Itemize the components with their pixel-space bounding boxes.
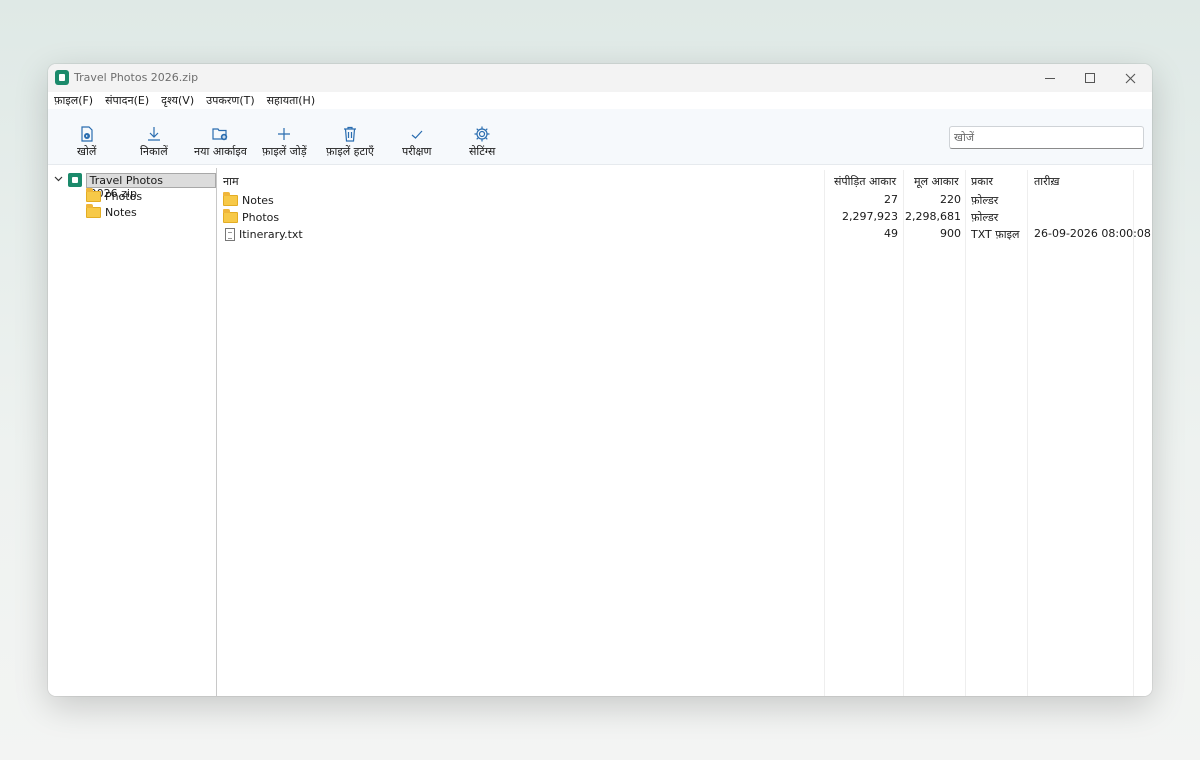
file-name: Itinerary.txt bbox=[239, 228, 303, 241]
file-type: फ़ोल्डर bbox=[971, 194, 999, 207]
name-cell: Photos bbox=[223, 209, 280, 224]
tree-item-label: Notes bbox=[105, 205, 137, 219]
new-folder-icon bbox=[212, 128, 228, 141]
download-icon bbox=[147, 127, 160, 141]
test-label: परीक्षण bbox=[402, 145, 432, 158]
name-cell: Notes bbox=[223, 192, 274, 207]
extract-label: निकालें bbox=[140, 145, 168, 158]
open-label: खोलें bbox=[77, 145, 97, 158]
remove-files-button[interactable]: फ़ाइलें हटाएँ bbox=[326, 125, 374, 159]
list-header: नाम संपीड़ित आकार मूल आकार प्रकार तारीख़ bbox=[217, 170, 1152, 192]
open-button[interactable]: खोलें bbox=[77, 125, 96, 159]
column-divider[interactable] bbox=[1133, 170, 1134, 696]
minimize-button[interactable] bbox=[1030, 64, 1070, 92]
tree-root-label: Travel Photos 2026.zip bbox=[85, 172, 216, 200]
original-size: 900 bbox=[940, 227, 961, 240]
add-files-label: फ़ाइलें जोड़ें bbox=[262, 145, 307, 158]
new-archive-button[interactable]: नया आर्काइव bbox=[194, 125, 247, 159]
folder-icon bbox=[223, 209, 238, 223]
column-divider[interactable] bbox=[965, 170, 966, 696]
remove-files-label: फ़ाइलें हटाएँ bbox=[326, 145, 375, 158]
column-header-name[interactable]: नाम bbox=[223, 174, 239, 189]
title-bar[interactable]: Travel Photos 2026.zip bbox=[48, 64, 1152, 92]
text-file-icon bbox=[225, 228, 235, 241]
settings-button[interactable]: सेटिंग्स bbox=[469, 125, 495, 159]
table-row[interactable]: Photos 2,297,923 2,298,681 फ़ोल्डर bbox=[217, 209, 1152, 226]
search-input[interactable] bbox=[949, 126, 1144, 149]
menu-file[interactable]: फ़ाइल(F) bbox=[54, 93, 93, 108]
toolbar: खोलें निकालें नया आर्काइव फ़ाइलें जोड़ें bbox=[48, 109, 1152, 165]
chevron-down-icon[interactable] bbox=[54, 174, 64, 186]
column-header-original[interactable]: मूल आकार bbox=[914, 174, 959, 189]
tree-item-notes[interactable]: Notes bbox=[86, 203, 137, 220]
name-cell: Itinerary.txt bbox=[223, 228, 303, 241]
original-size: 220 bbox=[940, 193, 961, 206]
column-header-date[interactable]: तारीख़ bbox=[1034, 174, 1059, 189]
add-files-button[interactable]: फ़ाइलें जोड़ें bbox=[262, 125, 307, 159]
menu-edit[interactable]: संपादन(E) bbox=[105, 93, 149, 108]
plus-icon bbox=[278, 128, 291, 140]
trash-icon bbox=[344, 126, 356, 142]
compressed-size: 27 bbox=[884, 193, 898, 206]
test-button[interactable]: परीक्षण bbox=[402, 125, 431, 159]
menu-bar: फ़ाइल(F) संपादन(E) दृश्य(V) उपकरण(T) सहा… bbox=[48, 92, 1152, 109]
file-type: फ़ोल्डर bbox=[971, 211, 999, 224]
window-title: Travel Photos 2026.zip bbox=[74, 71, 199, 84]
menu-help[interactable]: सहायता(H) bbox=[267, 93, 315, 108]
archive-app-icon bbox=[55, 70, 69, 85]
file-type: TXT फ़ाइल bbox=[971, 228, 1020, 241]
compressed-size: 49 bbox=[884, 227, 898, 240]
column-header-type[interactable]: प्रकार bbox=[971, 174, 993, 189]
close-button[interactable] bbox=[1110, 64, 1150, 92]
table-row[interactable]: Itinerary.txt 49 900 TXT फ़ाइल 26-09-202… bbox=[217, 226, 1152, 243]
compressed-size: 2,297,923 bbox=[842, 210, 898, 223]
zip-archive-icon bbox=[67, 173, 82, 187]
column-divider[interactable] bbox=[1027, 170, 1028, 696]
tree-item-label: Photos bbox=[105, 189, 143, 203]
app-window: Travel Photos 2026.zip फ़ाइल(F) संपादन(E… bbox=[48, 64, 1152, 696]
tree-item-root[interactable]: Travel Photos 2026.zip bbox=[54, 172, 216, 200]
folder-icon bbox=[86, 203, 101, 218]
new-archive-label: नया आर्काइव bbox=[194, 145, 247, 158]
menu-tools[interactable]: उपकरण(T) bbox=[206, 93, 254, 108]
column-divider[interactable] bbox=[824, 170, 825, 696]
tree-item-photos[interactable]: Photos bbox=[86, 187, 143, 204]
file-name: Photos bbox=[242, 211, 280, 224]
folder-icon bbox=[86, 187, 101, 202]
file-name: Notes bbox=[242, 194, 274, 207]
checkmark-icon bbox=[411, 130, 423, 139]
gear-icon bbox=[474, 126, 490, 142]
file-list: नाम संपीड़ित आकार मूल आकार प्रकार तारीख़… bbox=[217, 168, 1152, 696]
column-header-compressed[interactable]: संपीड़ित आकार bbox=[834, 174, 896, 189]
settings-label: सेटिंग्स bbox=[469, 145, 496, 158]
folder-icon bbox=[223, 192, 238, 206]
original-size: 2,298,681 bbox=[905, 210, 961, 223]
close-icon bbox=[1125, 73, 1135, 83]
menu-view[interactable]: दृश्य(V) bbox=[161, 93, 194, 108]
maximize-button[interactable] bbox=[1070, 64, 1110, 92]
maximize-icon bbox=[1085, 73, 1095, 83]
table-row[interactable]: Notes 27 220 फ़ोल्डर bbox=[217, 192, 1152, 209]
column-divider[interactable] bbox=[903, 170, 904, 696]
open-file-icon bbox=[81, 126, 93, 142]
file-date: 26-09-2026 08:00:08 bbox=[1034, 227, 1151, 240]
minimize-icon bbox=[1045, 77, 1055, 79]
extract-button[interactable]: निकालें bbox=[140, 125, 168, 159]
folder-tree: Travel Photos 2026.zip Photos Notes bbox=[48, 168, 217, 696]
